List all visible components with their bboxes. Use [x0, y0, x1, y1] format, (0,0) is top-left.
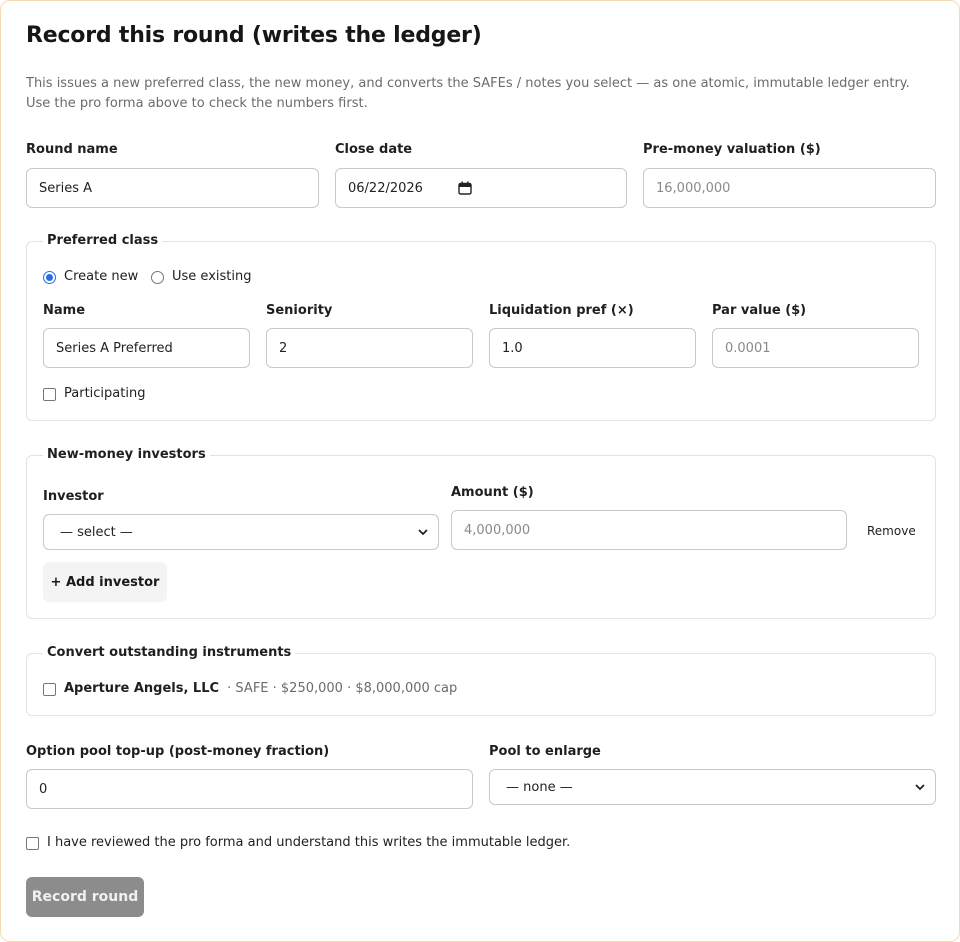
investors-legend: New-money investors [43, 447, 210, 462]
convert-legend: Convert outstanding instruments [43, 645, 296, 660]
investor-label: Investor [43, 489, 104, 504]
use-existing-radio[interactable] [151, 271, 164, 284]
close-date-value: 06/22/2026 [348, 180, 423, 196]
description: This issues a new preferred class, the n… [26, 76, 910, 111]
participating-checkbox[interactable] [43, 388, 56, 401]
pool-enlarge-select[interactable]: — none — [489, 769, 936, 805]
pool-topup-input[interactable]: 0 [26, 769, 473, 809]
close-date-label: Close date [335, 142, 413, 157]
convert-item-checkbox[interactable] [43, 683, 56, 696]
chevron-down-icon [915, 784, 925, 791]
chevron-down-icon [418, 529, 428, 536]
investor-select[interactable]: — select — [43, 514, 439, 550]
liq-pref-label: Liquidation pref (×) [489, 303, 634, 318]
amount-input[interactable]: 4,000,000 [451, 510, 847, 550]
page-title: Record this round (writes the ledger) [26, 23, 482, 48]
record-round-card: Record this round (writes the ledger) Th… [0, 0, 960, 942]
add-investor-button[interactable]: + Add investor [43, 562, 167, 602]
investor-select-value: — select — [60, 524, 133, 540]
confirm-label[interactable]: I have reviewed the pro forma and unders… [47, 835, 570, 850]
record-round-button[interactable]: Record round [26, 877, 144, 917]
convert-item-name: Aperture Angels, LLC [64, 681, 220, 696]
par-value-label: Par value ($) [712, 303, 807, 318]
round-name-label: Round name [26, 142, 118, 157]
liq-pref-input[interactable]: 1.0 [489, 328, 696, 368]
seniority-label: Seniority [266, 303, 333, 318]
convert-item[interactable]: Aperture Angels, LLC · SAFE · $250,000 ·… [64, 681, 457, 696]
class-name-input[interactable]: Series A Preferred [43, 328, 250, 368]
remove-investor-button[interactable]: Remove [867, 524, 916, 538]
preferred-class-legend: Preferred class [43, 233, 163, 248]
seniority-input[interactable]: 2 [266, 328, 473, 368]
close-date-input[interactable]: 06/22/2026 [335, 168, 627, 208]
amount-label: Amount ($) [451, 485, 534, 500]
par-value-input[interactable]: 0.0001 [712, 328, 919, 368]
create-new-radio[interactable] [43, 271, 56, 284]
pool-topup-label: Option pool top-up (post-money fraction) [26, 744, 330, 759]
class-name-label: Name [43, 303, 86, 318]
participating-label[interactable]: Participating [64, 386, 145, 401]
pool-enlarge-label: Pool to enlarge [489, 744, 601, 759]
use-existing-label[interactable]: Use existing [172, 269, 251, 284]
create-new-label[interactable]: Create new [64, 269, 138, 284]
round-name-input[interactable]: Series A [26, 168, 319, 208]
premoney-label: Pre-money valuation ($) [643, 142, 821, 157]
convert-item-detail: · SAFE · $250,000 · $8,000,000 cap [227, 681, 458, 696]
premoney-input[interactable]: 16,000,000 [643, 168, 936, 208]
pool-enlarge-value: — none — [506, 779, 573, 795]
confirm-checkbox[interactable] [26, 837, 39, 850]
calendar-icon[interactable] [458, 181, 472, 195]
